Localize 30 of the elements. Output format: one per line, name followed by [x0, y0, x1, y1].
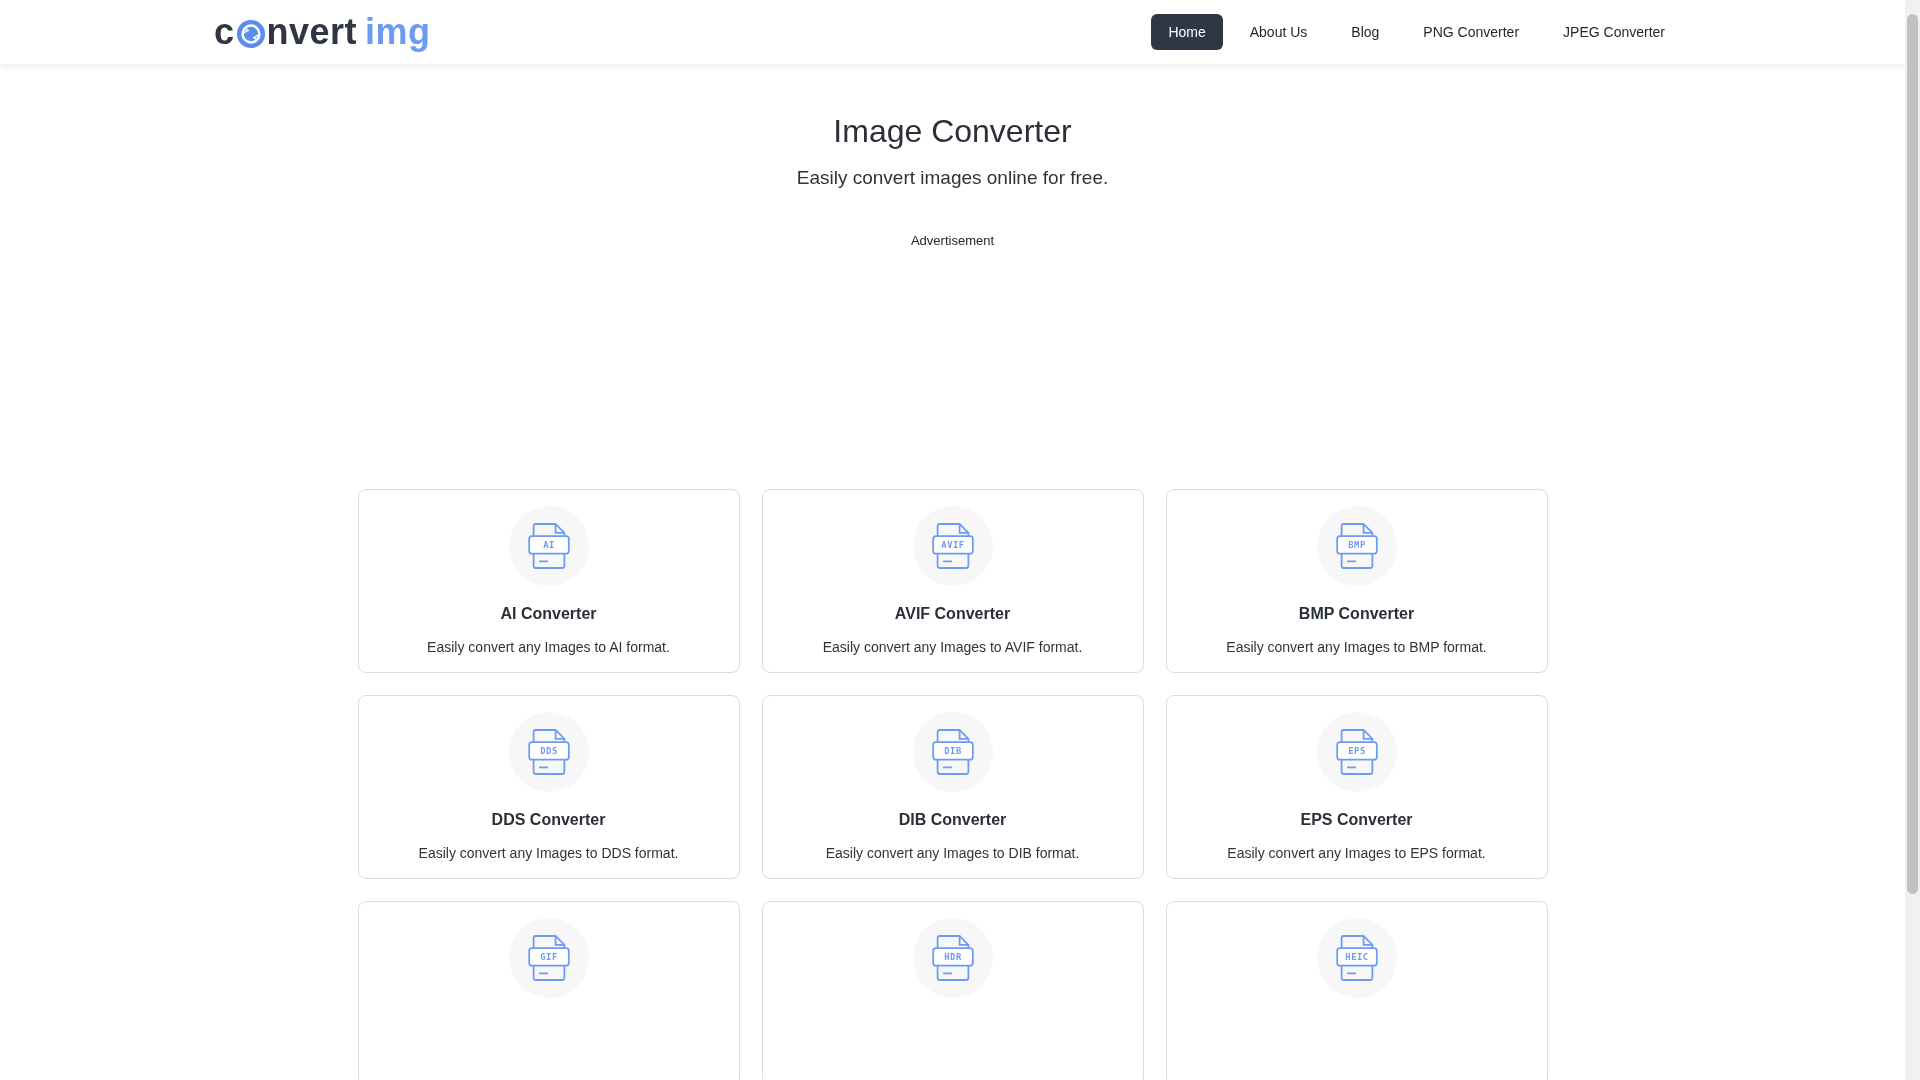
card-title: DIB Converter [898, 811, 1007, 829]
converter-card[interactable]: AI AI Converter Easily convert any Images to AI format. [357, 489, 740, 673]
nav-link[interactable]: JPEG Converter [1546, 14, 1682, 50]
card-description: Easily convert any Images to BMP format. [1226, 639, 1487, 655]
card-description: Easily convert any Images to DDS format. [418, 845, 679, 861]
page-title: Image Converter [832, 113, 1073, 150]
card-description: Easily convert any Images to DIB format. [825, 845, 1080, 861]
nav-link[interactable]: PNG Converter [1406, 14, 1537, 50]
card-title: DDS Converter [491, 811, 606, 829]
converter-card[interactable]: DDS DDS Converter Easily convert any Images to DDS format. [357, 695, 740, 879]
converter-card[interactable]: EPS EPS Converter Easily convert any Images to EPS format. [1165, 695, 1548, 879]
converter-card[interactable]: AVIF AVIF Converter Easily convert any Images to AVIF format. [761, 489, 1144, 673]
converter-card[interactable]: BMP BMP Converter Easily convert any Images to BMP format. [1165, 489, 1548, 673]
card-description: Easily convert any Images to EPS format. [1227, 845, 1486, 861]
advertisement-label: Advertisement [909, 233, 996, 250]
converter-card[interactable]: DIB DIB Converter Easily convert any Images to DIB format. [761, 695, 1144, 879]
card-title: AI Converter [500, 605, 597, 623]
card-title: EPS Converter [1300, 811, 1413, 829]
nav-link[interactable]: Home [1151, 14, 1223, 50]
card-description: Easily convert any Images to AVIF format. [822, 639, 1083, 655]
page-subtitle: Easily convert images online for free. [795, 167, 1110, 189]
card-title: BMP Converter [1298, 605, 1415, 623]
site-logo[interactable]: c nvert img [214, 11, 431, 53]
scrollbar[interactable] [1905, 0, 1920, 1080]
refresh-circle-icon [235, 19, 266, 49]
nav-link[interactable]: Blog [1334, 14, 1397, 50]
scrollbar-thumb[interactable] [1907, 14, 1918, 894]
card-description: Easily convert any Images to AI format. [427, 639, 670, 655]
card-title: AVIF Converter [894, 605, 1011, 623]
nav-link[interactable]: About Us [1232, 14, 1325, 50]
